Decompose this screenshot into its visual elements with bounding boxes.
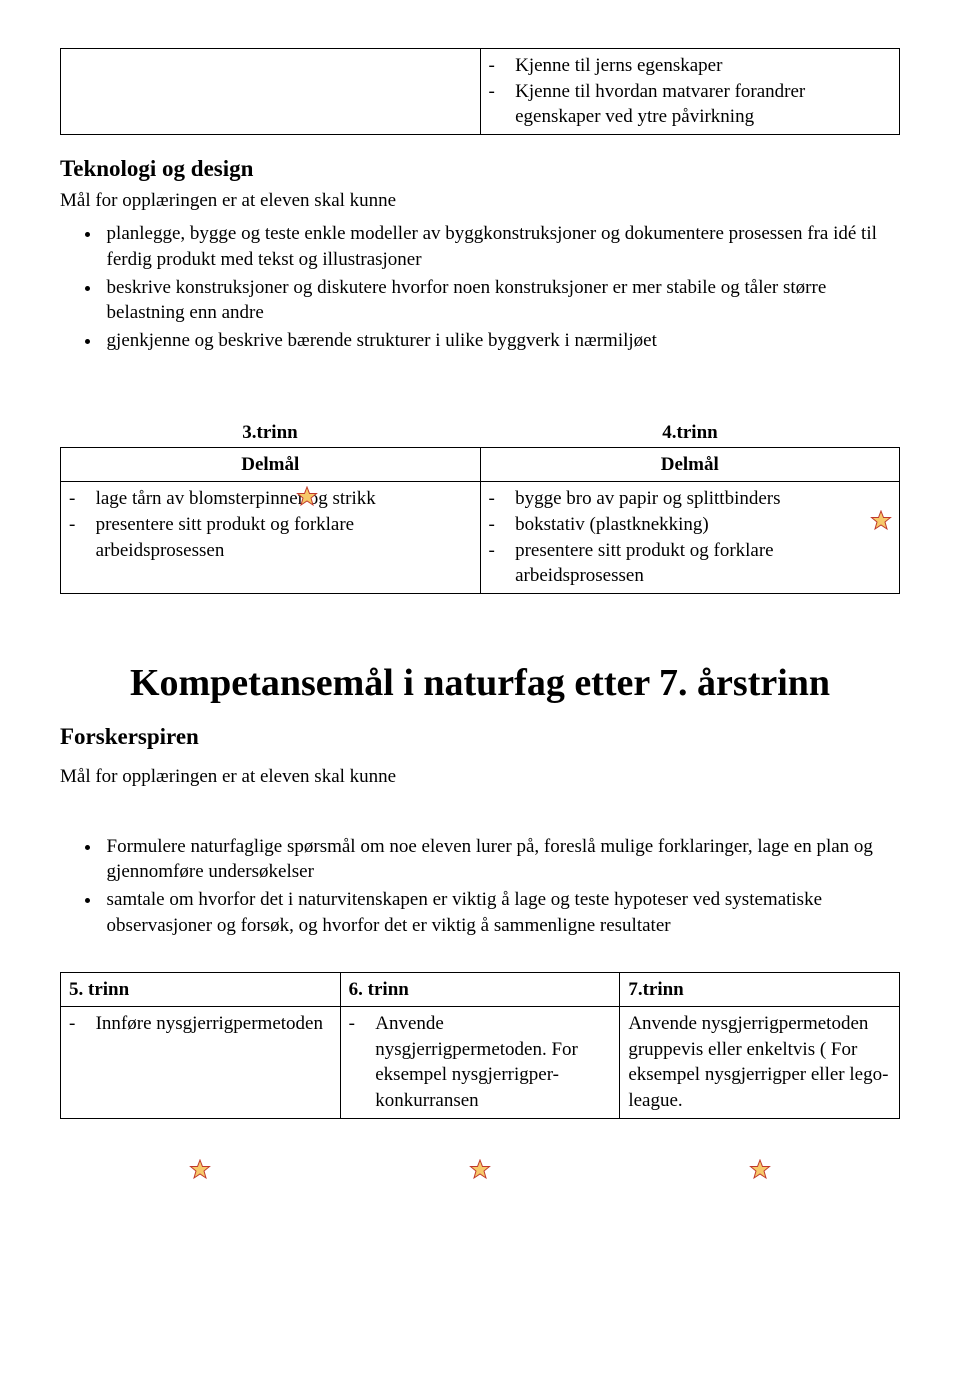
trinn-cell-6: Anvende nysgjerrigpermetoden. For eksemp…	[340, 1007, 620, 1119]
goal-item: planlegge, bygge og teste enkle modeller…	[102, 221, 900, 272]
trinn-item: Anvende nysgjerrigpermetoden. For eksemp…	[375, 1011, 611, 1114]
trinn-cell-7: Anvende nysgjerrigpermetoden gruppevis e…	[620, 1007, 900, 1119]
section-heading-tech-design: Teknologi og design	[60, 153, 900, 184]
bottom-stars-row	[60, 1159, 900, 1183]
delmål-item: presentere sitt produkt og forklare arbe…	[96, 512, 472, 563]
star-icon	[748, 1159, 772, 1183]
trinn-3-4-table: 3.trinn 4.trinn	[60, 419, 900, 447]
goal-item: gjenkjenne og beskrive bærende strukture…	[102, 328, 900, 354]
star-icon	[295, 486, 319, 510]
delmål-header-right: Delmål	[480, 447, 900, 482]
delmål-header-left: Delmål	[61, 447, 481, 482]
delmål-item: bokstativ (plastknekking)	[515, 512, 891, 538]
delmål-item: presentere sitt produkt og forklare arbe…	[515, 538, 891, 589]
page-title: Kompetansemål i naturfag etter 7. årstri…	[60, 658, 900, 709]
star-icon	[869, 510, 893, 534]
trinn-header-7: 7.trinn	[620, 972, 900, 1007]
top-table-item: Kjenne til hvordan matvarer forandrer eg…	[515, 79, 891, 130]
goals-list-2: Formulere naturfaglige spørsmål om noe e…	[60, 834, 900, 939]
top-properties-table: Kjenne til jerns egenskaper Kjenne til h…	[60, 48, 900, 135]
trinn-cell-5: Innføre nysgjerrigpermetoden	[61, 1007, 341, 1119]
top-table-right-cell: Kjenne til jerns egenskaper Kjenne til h…	[480, 49, 900, 135]
trinn-header-4: 4.trinn	[480, 419, 900, 447]
trinn-item: Anvende nysgjerrigpermetoden gruppevis e…	[628, 1013, 888, 1111]
top-table-left-cell	[61, 49, 481, 135]
trinn-header-6: 6. trinn	[340, 972, 620, 1007]
star-icon	[468, 1159, 492, 1183]
delmål-table-3-4: Delmål Delmål lage tårn av blomsterpinne…	[60, 447, 900, 594]
delmål-cell-right: bygge bro av papir og splittbinders boks…	[480, 482, 900, 594]
goals-list: planlegge, bygge og teste enkle modeller…	[60, 221, 900, 354]
delmål-item: lage tårn av blomsterpinner og strikk	[96, 486, 472, 512]
top-table-item: Kjenne til jerns egenskaper	[515, 53, 891, 79]
star-icon	[188, 1159, 212, 1183]
section-intro-2: Mål for opplæringen er at eleven skal ku…	[60, 764, 900, 790]
section-heading-forskerspiren: Forskerspiren	[60, 721, 900, 752]
goal-item: Formulere naturfaglige spørsmål om noe e…	[102, 834, 900, 885]
trinn-header-5: 5. trinn	[61, 972, 341, 1007]
delmål-cell-left: lage tårn av blomsterpinner og strikk pr…	[61, 482, 481, 594]
goal-item: samtale om hvorfor det i naturvitenskape…	[102, 887, 900, 938]
trinn-header-3: 3.trinn	[60, 419, 480, 447]
trinn-5-6-7-table: 5. trinn 6. trinn 7.trinn Innføre nysgje…	[60, 972, 900, 1119]
section-intro: Mål for opplæringen er at eleven skal ku…	[60, 188, 900, 214]
trinn-item: Innføre nysgjerrigpermetoden	[96, 1011, 332, 1037]
delmål-item: bygge bro av papir og splittbinders	[515, 486, 891, 512]
goal-item: beskrive konstruksjoner og diskutere hvo…	[102, 275, 900, 326]
